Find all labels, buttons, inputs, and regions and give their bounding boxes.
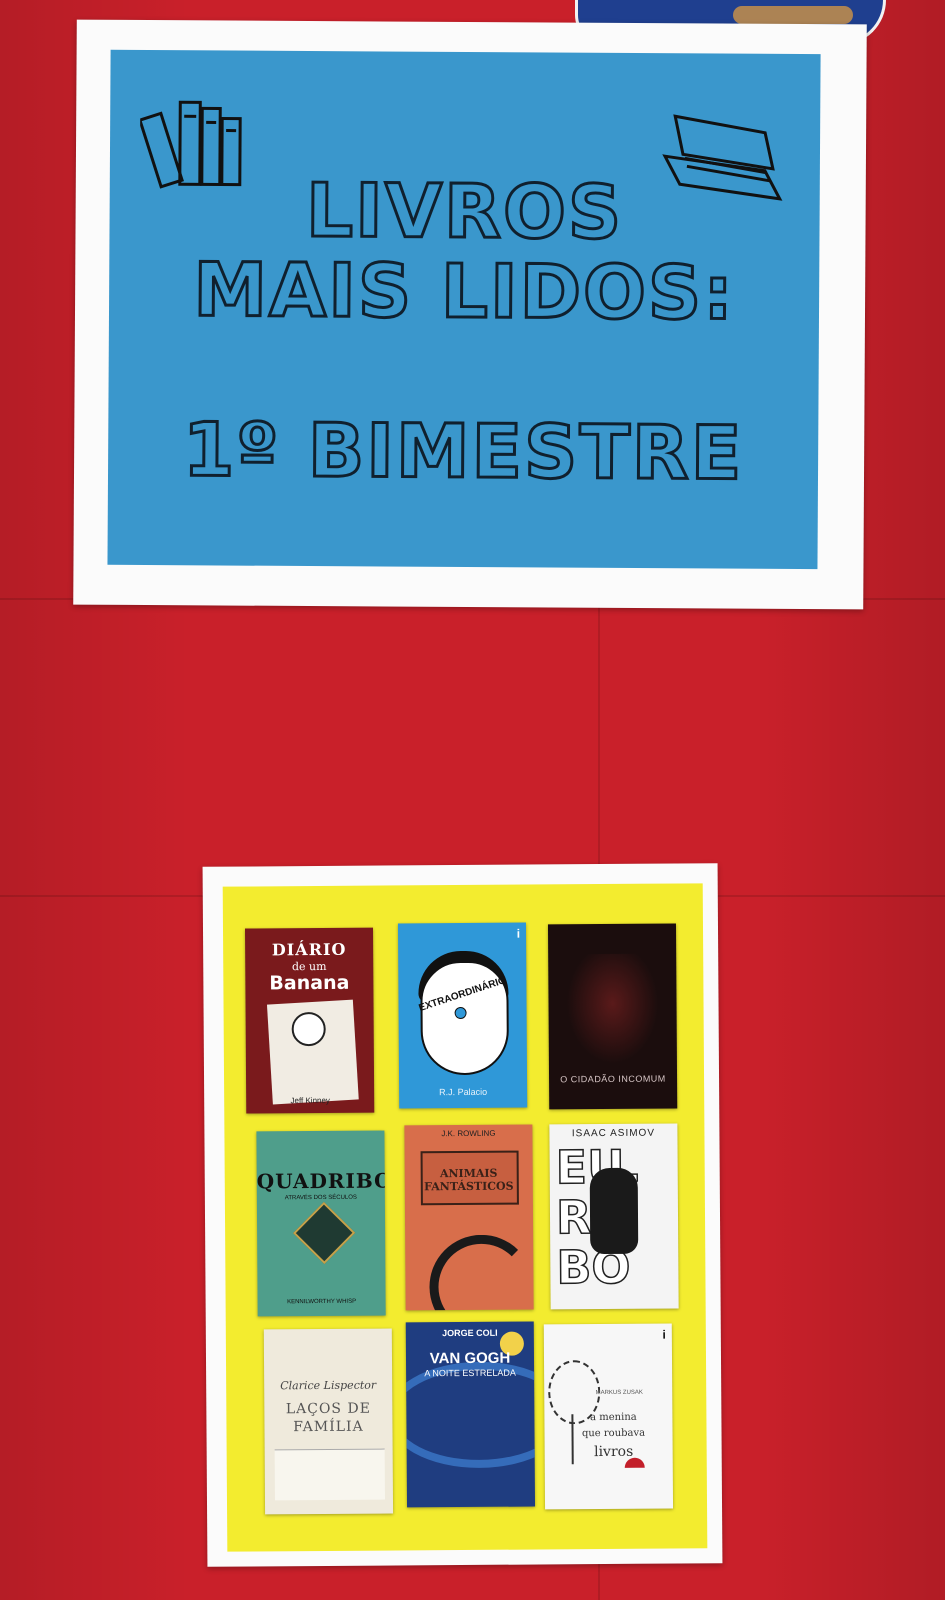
book-title: DIÁRIO <box>271 939 347 960</box>
cover-art <box>293 1201 356 1265</box>
book-cover-extraordinario: i EXTRAORDINÁRIO R.J. Palacio <box>397 922 528 1109</box>
book-subtitle: A NOITE ESTRELADA <box>424 1367 516 1379</box>
sign-title-line-2: MAIS LIDOS: <box>192 246 737 338</box>
publisher-logo: i <box>516 926 521 941</box>
cover-art <box>429 1234 534 1311</box>
book-subtitle: ATRAVÉS DOS SÉCULOS <box>284 1194 357 1202</box>
cover-art <box>454 1006 467 1020</box>
book-title: livros <box>594 1443 634 1461</box>
book-title: FAMÍLIA <box>293 1418 364 1436</box>
sign-title-line-3: 1º BIMESTRE <box>181 406 745 498</box>
title-sign: LIVROS MAIS LIDOS: 1º BIMESTRE <box>73 19 867 610</box>
book-cover-van-gogh: JORGE COLI VAN GOGH A NOITE ESTRELADA <box>405 1321 536 1508</box>
book-title: a menina <box>590 1411 637 1424</box>
book-title: LAÇOS DE <box>285 1400 371 1418</box>
book-poster: DIÁRIO de um Banana Jeff Kinney i EXTRAO… <box>202 863 723 1567</box>
book-cover-eu-robo: ISAAC ASIMOV EU, RO BÔ <box>549 1123 679 1310</box>
book-title: Banana <box>269 971 350 995</box>
book-cover-diario-de-um-banana: DIÁRIO de um Banana Jeff Kinney <box>244 927 375 1114</box>
book-title: VAN GOGH <box>429 1349 511 1368</box>
book-author: ISAAC ASIMOV <box>571 1127 656 1140</box>
book-title: que roubava <box>581 1427 646 1440</box>
cover-art <box>566 953 659 1065</box>
book-author: Clarice Lispector <box>280 1378 377 1393</box>
book-cover-quadribol: QUADRIBOL ATRAVÉS DOS SÉCULOS KENNILWORT… <box>256 1130 386 1317</box>
book-title: QUADRIBOL <box>256 1168 386 1194</box>
book-cover-o-cidadao-incomum: O CIDADÃO INCOMUM <box>547 923 678 1110</box>
sign-title-line-1: LIVROS <box>304 166 625 257</box>
book-title: ANIMAIS FANTÁSTICOS <box>424 1166 514 1194</box>
book-poster-panel: DIÁRIO de um Banana Jeff Kinney i EXTRAO… <box>222 883 708 1552</box>
book-title: O CIDADÃO INCOMUM <box>560 1073 666 1085</box>
cover-art <box>291 1011 326 1047</box>
book-author: KENNILWORTHY WHISP <box>287 1298 357 1306</box>
publisher-logo: i <box>662 1327 666 1342</box>
book-author: J.K. ROWLING <box>441 1128 496 1139</box>
book-author: Jeff Kinney <box>290 1095 330 1106</box>
cover-art <box>589 1167 639 1255</box>
book-cover-animais-fantasticos: J.K. ROWLING ANIMAIS FANTÁSTICOS <box>404 1124 534 1311</box>
book-author: MARKUS ZUSAK <box>595 1389 643 1397</box>
book-author: R.J. Palacio <box>439 1086 488 1098</box>
title-sign-panel: LIVROS MAIS LIDOS: 1º BIMESTRE <box>107 49 821 570</box>
cover-art <box>274 1448 385 1501</box>
book-cover-lacos-de-familia: Clarice Lispector LAÇOS DE FAMÍLIA <box>263 1328 394 1515</box>
book-cover-a-menina-que-roubava-livros: i MARKUS ZUSAK a menina que roubava livr… <box>543 1323 674 1510</box>
book-author: JORGE COLI <box>442 1327 498 1339</box>
